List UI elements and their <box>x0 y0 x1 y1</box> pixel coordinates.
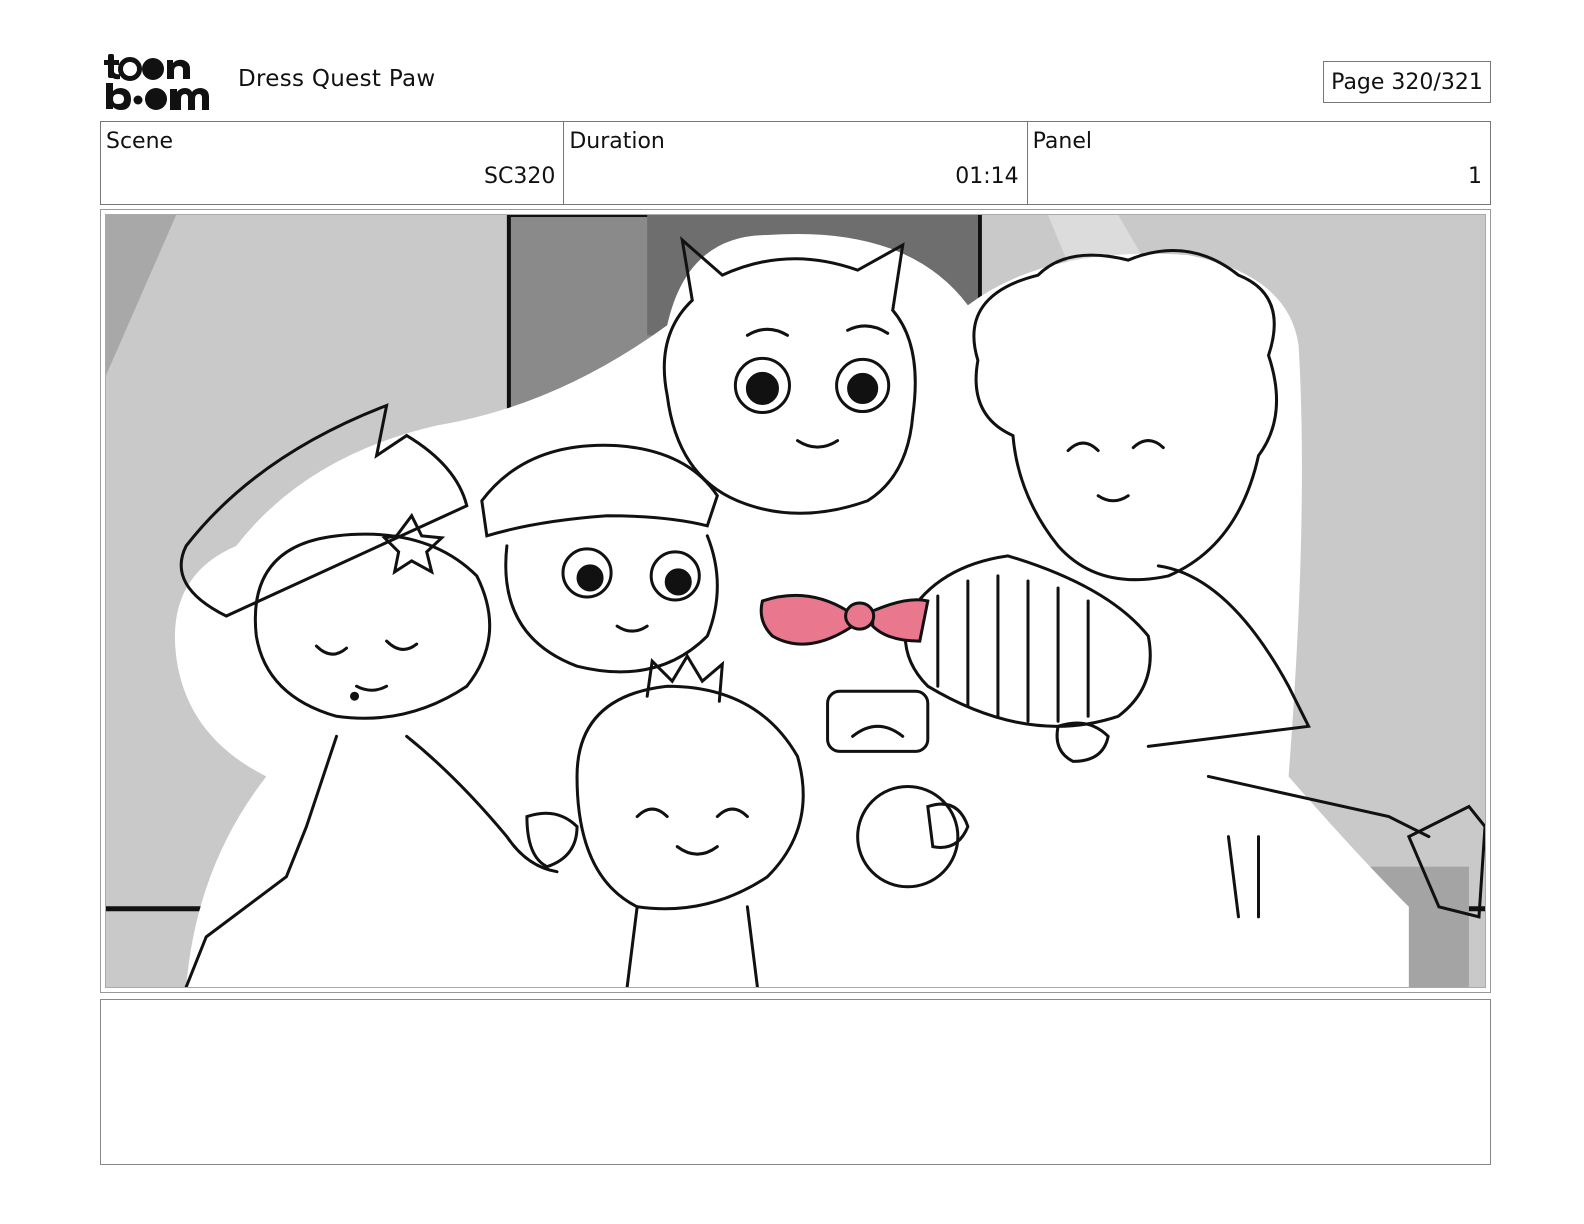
scene-cell: Scene SC320 <box>101 122 565 204</box>
storyboard-panel-frame <box>100 209 1491 993</box>
toon-boom-logo <box>104 54 209 110</box>
scene-value: SC320 <box>484 164 556 189</box>
panel-value: 1 <box>1467 164 1482 189</box>
panel-notes-box <box>100 999 1491 1165</box>
panel-cell: Panel 1 <box>1028 122 1490 204</box>
scene-label: Scene <box>106 129 174 154</box>
storyboard-drawing <box>106 215 1485 987</box>
storyboard-panel-image <box>105 214 1486 988</box>
duration-cell: Duration 01:14 <box>564 122 1028 204</box>
duration-value: 01:14 <box>955 164 1019 189</box>
duration-label: Duration <box>569 129 665 154</box>
project-title: Dress Quest Paw <box>238 66 436 92</box>
page-indicator: Page 320/321 <box>1323 61 1491 103</box>
scene-info-table: Scene SC320 Duration 01:14 Panel 1 <box>100 121 1491 205</box>
panel-label: Panel <box>1032 129 1093 154</box>
